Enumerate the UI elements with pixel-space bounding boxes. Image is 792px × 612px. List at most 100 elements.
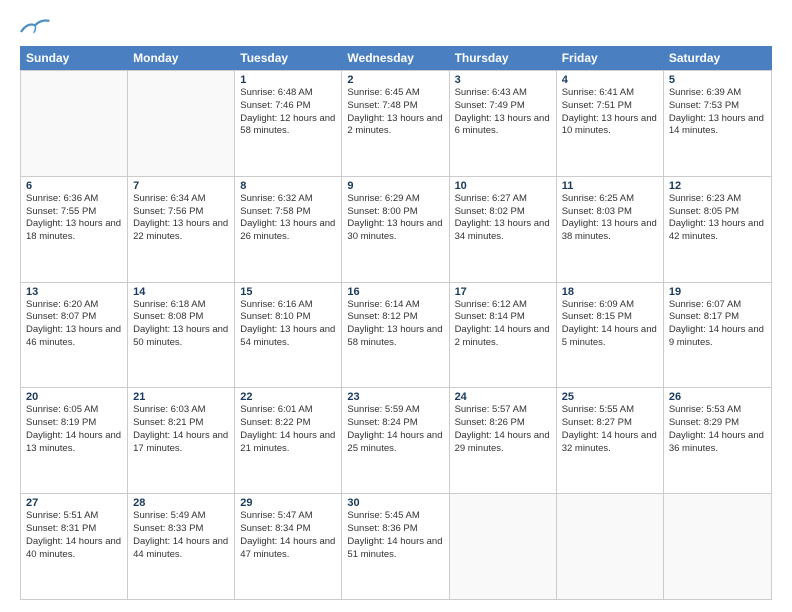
cal-cell: 21Sunrise: 6:03 AM Sunset: 8:21 PM Dayli… [128,388,235,493]
cal-header-cell: Thursday [450,47,557,69]
cal-header-cell: Wednesday [342,47,449,69]
cell-info: Sunrise: 6:41 AM Sunset: 7:51 PM Dayligh… [562,87,658,138]
cell-info: Sunrise: 5:51 AM Sunset: 8:31 PM Dayligh… [26,510,122,561]
cal-week-row: 1Sunrise: 6:48 AM Sunset: 7:46 PM Daylig… [21,70,771,176]
cal-cell [557,494,664,599]
day-number: 15 [240,286,336,298]
cal-week-row: 13Sunrise: 6:20 AM Sunset: 8:07 PM Dayli… [21,282,771,388]
cal-cell: 14Sunrise: 6:18 AM Sunset: 8:08 PM Dayli… [128,283,235,388]
cal-cell: 16Sunrise: 6:14 AM Sunset: 8:12 PM Dayli… [342,283,449,388]
day-number: 16 [347,286,443,298]
cal-cell: 10Sunrise: 6:27 AM Sunset: 8:02 PM Dayli… [450,177,557,282]
cell-info: Sunrise: 5:49 AM Sunset: 8:33 PM Dayligh… [133,510,229,561]
calendar: SundayMondayTuesdayWednesdayThursdayFrid… [20,46,772,600]
day-number: 27 [26,497,122,509]
cal-cell: 3Sunrise: 6:43 AM Sunset: 7:49 PM Daylig… [450,71,557,176]
cell-info: Sunrise: 6:27 AM Sunset: 8:02 PM Dayligh… [455,193,551,244]
cell-info: Sunrise: 6:34 AM Sunset: 7:56 PM Dayligh… [133,193,229,244]
day-number: 7 [133,180,229,192]
cal-week-row: 20Sunrise: 6:05 AM Sunset: 8:19 PM Dayli… [21,387,771,493]
cal-cell: 30Sunrise: 5:45 AM Sunset: 8:36 PM Dayli… [342,494,449,599]
cal-cell: 28Sunrise: 5:49 AM Sunset: 8:33 PM Dayli… [128,494,235,599]
cal-cell: 2Sunrise: 6:45 AM Sunset: 7:48 PM Daylig… [342,71,449,176]
cal-header-cell: Saturday [664,47,771,69]
cal-cell: 12Sunrise: 6:23 AM Sunset: 8:05 PM Dayli… [664,177,771,282]
day-number: 4 [562,74,658,86]
cell-info: Sunrise: 6:45 AM Sunset: 7:48 PM Dayligh… [347,87,443,138]
cell-info: Sunrise: 6:18 AM Sunset: 8:08 PM Dayligh… [133,299,229,350]
cal-cell: 5Sunrise: 6:39 AM Sunset: 7:53 PM Daylig… [664,71,771,176]
day-number: 17 [455,286,551,298]
cell-info: Sunrise: 6:03 AM Sunset: 8:21 PM Dayligh… [133,404,229,455]
cal-cell: 17Sunrise: 6:12 AM Sunset: 8:14 PM Dayli… [450,283,557,388]
cell-info: Sunrise: 5:47 AM Sunset: 8:34 PM Dayligh… [240,510,336,561]
cell-info: Sunrise: 6:09 AM Sunset: 8:15 PM Dayligh… [562,299,658,350]
day-number: 19 [669,286,766,298]
cell-info: Sunrise: 6:48 AM Sunset: 7:46 PM Dayligh… [240,87,336,138]
cell-info: Sunrise: 6:29 AM Sunset: 8:00 PM Dayligh… [347,193,443,244]
cal-cell: 11Sunrise: 6:25 AM Sunset: 8:03 PM Dayli… [557,177,664,282]
calendar-body: 1Sunrise: 6:48 AM Sunset: 7:46 PM Daylig… [20,70,772,600]
day-number: 6 [26,180,122,192]
cal-header-cell: Tuesday [235,47,342,69]
day-number: 29 [240,497,336,509]
cell-info: Sunrise: 6:39 AM Sunset: 7:53 PM Dayligh… [669,87,766,138]
day-number: 10 [455,180,551,192]
cal-week-row: 6Sunrise: 6:36 AM Sunset: 7:55 PM Daylig… [21,176,771,282]
day-number: 24 [455,391,551,403]
cal-cell: 6Sunrise: 6:36 AM Sunset: 7:55 PM Daylig… [21,177,128,282]
cal-cell: 15Sunrise: 6:16 AM Sunset: 8:10 PM Dayli… [235,283,342,388]
day-number: 9 [347,180,443,192]
cal-cell: 1Sunrise: 6:48 AM Sunset: 7:46 PM Daylig… [235,71,342,176]
cell-info: Sunrise: 5:55 AM Sunset: 8:27 PM Dayligh… [562,404,658,455]
day-number: 2 [347,74,443,86]
cal-header-cell: Sunday [21,47,128,69]
cal-week-row: 27Sunrise: 5:51 AM Sunset: 8:31 PM Dayli… [21,493,771,599]
day-number: 25 [562,391,658,403]
day-number: 18 [562,286,658,298]
cal-cell: 24Sunrise: 5:57 AM Sunset: 8:26 PM Dayli… [450,388,557,493]
cal-cell [664,494,771,599]
cal-header-cell: Monday [128,47,235,69]
logo [20,16,54,36]
cal-cell: 18Sunrise: 6:09 AM Sunset: 8:15 PM Dayli… [557,283,664,388]
day-number: 14 [133,286,229,298]
cal-cell: 27Sunrise: 5:51 AM Sunset: 8:31 PM Dayli… [21,494,128,599]
cal-cell [450,494,557,599]
cell-info: Sunrise: 6:01 AM Sunset: 8:22 PM Dayligh… [240,404,336,455]
cell-info: Sunrise: 5:57 AM Sunset: 8:26 PM Dayligh… [455,404,551,455]
cell-info: Sunrise: 5:59 AM Sunset: 8:24 PM Dayligh… [347,404,443,455]
cell-info: Sunrise: 6:14 AM Sunset: 8:12 PM Dayligh… [347,299,443,350]
header [20,16,772,36]
cal-cell: 29Sunrise: 5:47 AM Sunset: 8:34 PM Dayli… [235,494,342,599]
cell-info: Sunrise: 5:45 AM Sunset: 8:36 PM Dayligh… [347,510,443,561]
cell-info: Sunrise: 6:20 AM Sunset: 8:07 PM Dayligh… [26,299,122,350]
cell-info: Sunrise: 6:16 AM Sunset: 8:10 PM Dayligh… [240,299,336,350]
day-number: 8 [240,180,336,192]
cell-info: Sunrise: 6:07 AM Sunset: 8:17 PM Dayligh… [669,299,766,350]
day-number: 11 [562,180,658,192]
logo-icon [20,16,50,36]
cal-cell: 25Sunrise: 5:55 AM Sunset: 8:27 PM Dayli… [557,388,664,493]
cal-cell [21,71,128,176]
page: SundayMondayTuesdayWednesdayThursdayFrid… [0,0,792,612]
cell-info: Sunrise: 6:25 AM Sunset: 8:03 PM Dayligh… [562,193,658,244]
day-number: 12 [669,180,766,192]
cal-cell: 8Sunrise: 6:32 AM Sunset: 7:58 PM Daylig… [235,177,342,282]
cell-info: Sunrise: 6:12 AM Sunset: 8:14 PM Dayligh… [455,299,551,350]
day-number: 21 [133,391,229,403]
cal-cell [128,71,235,176]
day-number: 5 [669,74,766,86]
cell-info: Sunrise: 6:32 AM Sunset: 7:58 PM Dayligh… [240,193,336,244]
day-number: 1 [240,74,336,86]
cal-cell: 9Sunrise: 6:29 AM Sunset: 8:00 PM Daylig… [342,177,449,282]
day-number: 22 [240,391,336,403]
cal-cell: 7Sunrise: 6:34 AM Sunset: 7:56 PM Daylig… [128,177,235,282]
cell-info: Sunrise: 6:43 AM Sunset: 7:49 PM Dayligh… [455,87,551,138]
day-number: 13 [26,286,122,298]
cell-info: Sunrise: 5:53 AM Sunset: 8:29 PM Dayligh… [669,404,766,455]
cal-cell: 26Sunrise: 5:53 AM Sunset: 8:29 PM Dayli… [664,388,771,493]
cell-info: Sunrise: 6:05 AM Sunset: 8:19 PM Dayligh… [26,404,122,455]
cell-info: Sunrise: 6:23 AM Sunset: 8:05 PM Dayligh… [669,193,766,244]
cal-cell: 19Sunrise: 6:07 AM Sunset: 8:17 PM Dayli… [664,283,771,388]
